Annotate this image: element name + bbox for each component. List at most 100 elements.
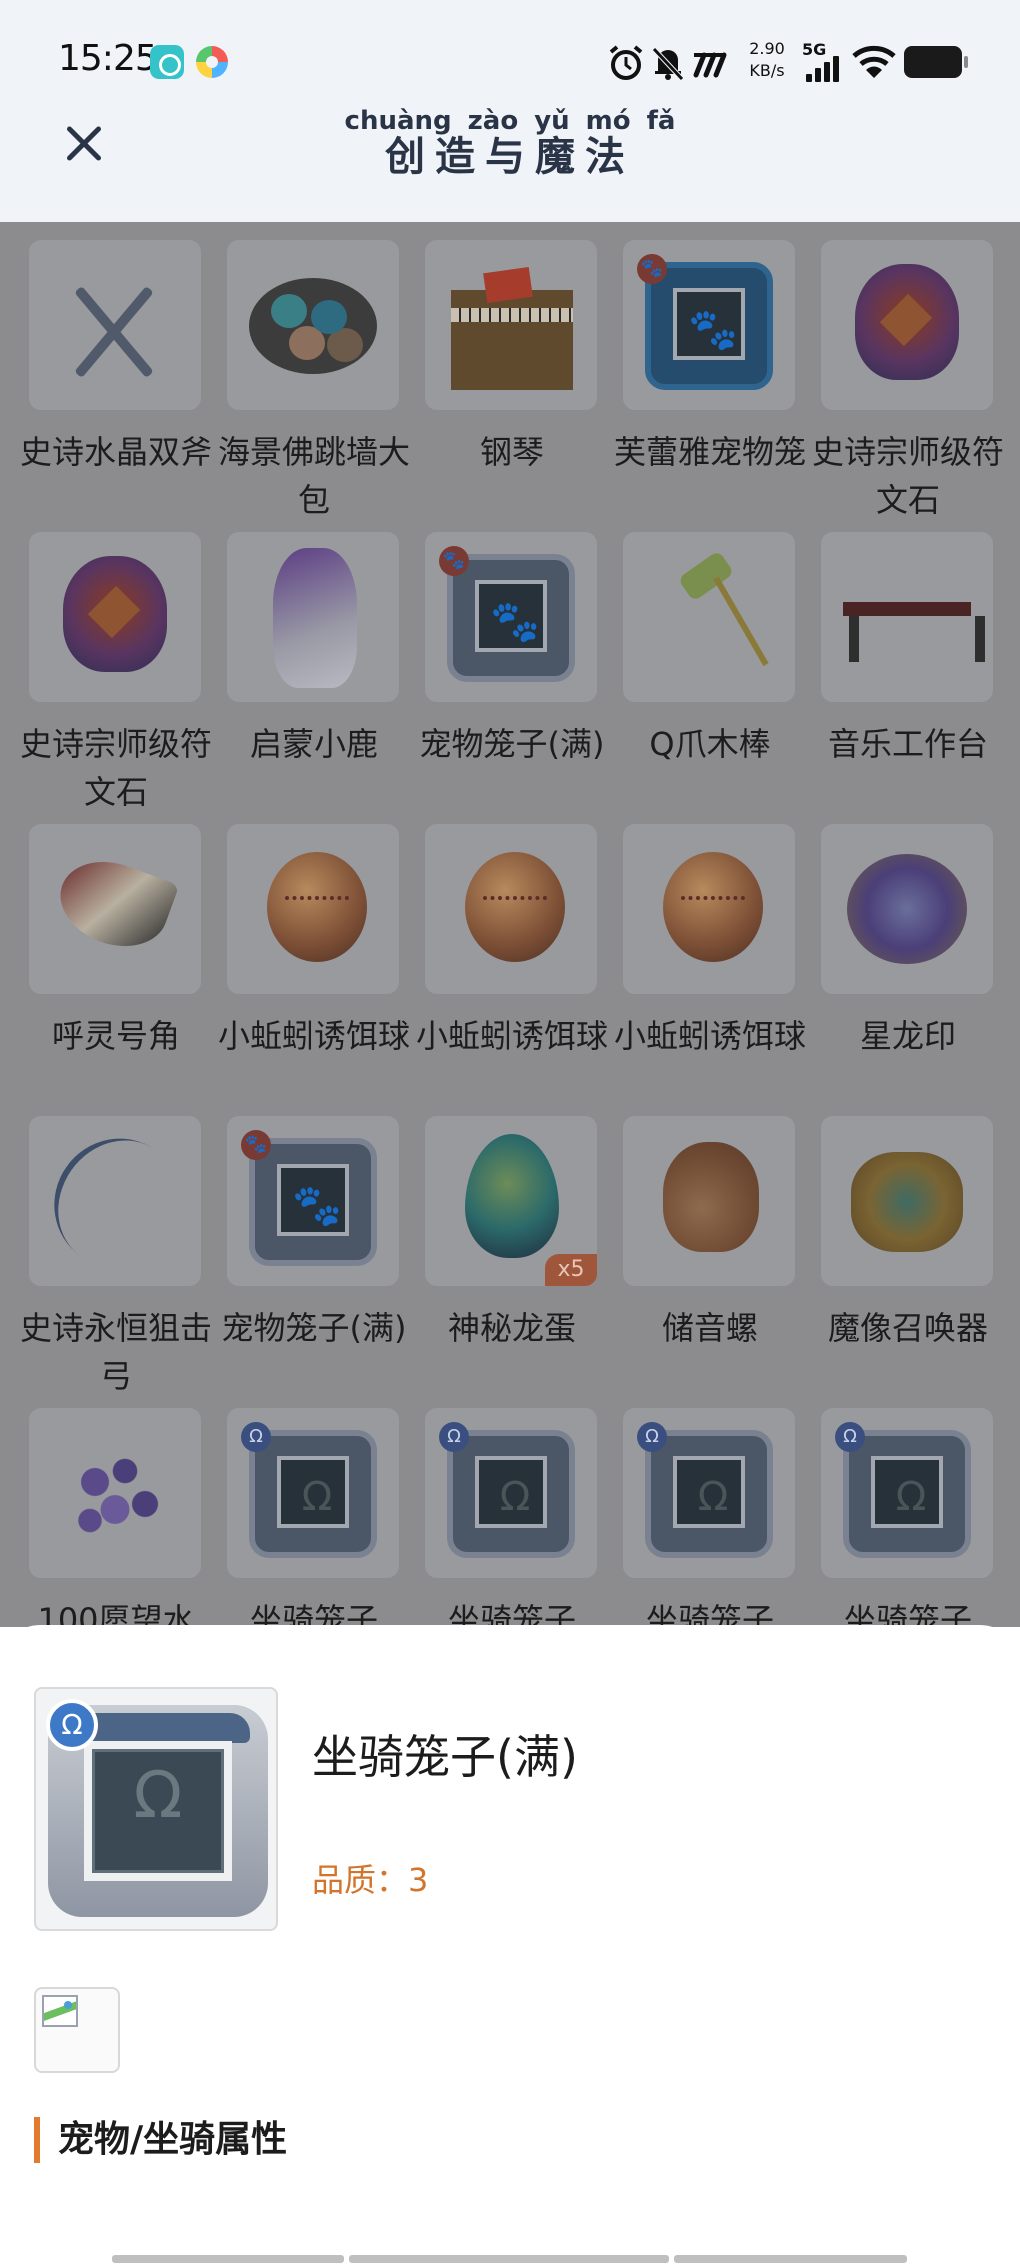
hammer-icon bbox=[673, 558, 753, 678]
grid-item[interactable]: 音乐工作台 bbox=[816, 532, 1006, 822]
item-thumbnail: ΩΩ bbox=[821, 1408, 993, 1578]
pet-cage-blue-icon: 🐾 🐾 bbox=[637, 254, 773, 390]
item-grid-overlay[interactable]: 史诗水晶双斧 海景佛跳墙大包 钢琴 🐾 🐾 芙蕾雅宠物笼 史诗宗师级符文石 史诗宗师级符文石启… bbox=[0, 222, 1020, 1627]
status-time: 15:25 bbox=[58, 38, 158, 79]
grid-item[interactable]: Ω Ω 坐骑笼子 bbox=[222, 1408, 412, 1627]
grid-item[interactable]: x5 神秘龙蛋 bbox=[420, 1116, 610, 1406]
item-label: 钢琴 bbox=[479, 433, 544, 471]
data-activity-icon bbox=[693, 52, 727, 78]
quality-value: 3 bbox=[408, 1861, 429, 1899]
item-label: 小蚯蚓诱饵球 bbox=[613, 1017, 806, 1055]
battery-icon bbox=[904, 46, 968, 78]
item-label: 神秘龙蛋 bbox=[447, 1309, 576, 1347]
grid-item[interactable]: 启蒙小鹿 bbox=[222, 532, 412, 822]
music-desk-icon bbox=[843, 582, 985, 662]
grid-item[interactable]: 海景佛跳墙大包 bbox=[218, 240, 412, 530]
item-label: 史诗永恒狙击弓 bbox=[19, 1309, 212, 1395]
item-label: 呼灵号角 bbox=[51, 1017, 180, 1055]
item-thumbnail bbox=[29, 1116, 201, 1286]
pet-cage-icon: 🐾 🐾 bbox=[439, 546, 575, 682]
item-label: 史诗水晶双斧 bbox=[19, 433, 212, 471]
item-label: 芙蕾雅宠物笼 bbox=[613, 433, 806, 471]
item-thumbnail: 🐾 🐾 bbox=[227, 1116, 399, 1286]
grid-item[interactable]: 魔像召唤器 bbox=[816, 1116, 1006, 1406]
grid-item[interactable]: Ω Ω 坐骑笼子 bbox=[420, 1408, 610, 1627]
grid-item[interactable]: 小蚯蚓诱饵球 bbox=[416, 824, 610, 1114]
item-thumbnail: ΩΩ bbox=[425, 1408, 597, 1578]
item-label: 坐骑笼子 bbox=[843, 1601, 972, 1627]
grid-item[interactable]: 🐾 🐾 芙蕾雅宠物笼 bbox=[614, 240, 808, 530]
grid-item[interactable]: 🐾 🐾 宠物笼子(满) bbox=[222, 1116, 412, 1406]
scroll-indicator bbox=[112, 2255, 907, 2263]
grid-item[interactable]: 小蚯蚓诱饵球 bbox=[218, 824, 412, 1114]
dragon-egg-icon bbox=[465, 1134, 559, 1258]
conch-icon bbox=[663, 1142, 759, 1252]
bait-orb-icon bbox=[663, 852, 763, 962]
net-speed: 2.90 KB/s bbox=[744, 38, 790, 82]
pinyin-5: fǎ bbox=[646, 106, 676, 136]
item-thumbnail bbox=[29, 240, 201, 410]
quantity-badge: x5 bbox=[545, 1254, 597, 1286]
item-label: 宠物笼子(满) bbox=[419, 725, 605, 763]
signal-icon bbox=[806, 56, 842, 82]
close-button[interactable] bbox=[58, 117, 110, 169]
mount-badge-icon: Ω bbox=[46, 1699, 98, 1751]
item-thumbnail bbox=[821, 824, 993, 994]
item-name: 坐骑笼子(满) bbox=[312, 1730, 578, 1784]
grid-item[interactable]: 呼灵号角 bbox=[24, 824, 214, 1114]
grid-item[interactable]: 史诗水晶双斧 bbox=[20, 240, 214, 530]
pinyin-3: yǔ bbox=[534, 106, 570, 136]
grid-item[interactable]: 星龙印 bbox=[816, 824, 1006, 1114]
pet-cage-icon: 🐾 🐾 bbox=[241, 1130, 377, 1266]
grid-item[interactable]: 100愿望水 bbox=[24, 1408, 214, 1627]
item-label: Q爪木棒 bbox=[649, 725, 771, 763]
item-label: 启蒙小鹿 bbox=[249, 725, 378, 763]
rune-stone-icon bbox=[63, 556, 167, 672]
grid-item[interactable]: Ω Ω 坐骑笼子 bbox=[816, 1408, 1006, 1627]
item-label: 星龙印 bbox=[859, 1017, 956, 1055]
item-thumbnail bbox=[623, 824, 795, 994]
item-label: 坐骑笼子 bbox=[249, 1601, 378, 1627]
golem-summoner-icon bbox=[851, 1152, 963, 1252]
bait-orb-icon bbox=[267, 852, 367, 962]
grid-item[interactable]: 🐾 🐾 宠物笼子(满) bbox=[420, 532, 610, 822]
grid-item[interactable]: 储音螺 bbox=[618, 1116, 808, 1406]
colorful-app-icon bbox=[196, 46, 228, 78]
grid-item[interactable]: 史诗宗师级符文石 bbox=[812, 240, 1006, 530]
wifi-icon bbox=[852, 45, 896, 78]
quality-label: 品质： bbox=[312, 1861, 409, 1899]
item-thumbnail: ΩΩ bbox=[623, 1408, 795, 1578]
net-speed-value: 2.90 bbox=[749, 39, 785, 58]
horn-icon bbox=[48, 847, 180, 961]
grid-item[interactable]: 史诗宗师级符文石 bbox=[20, 532, 214, 822]
page-title: chuàng zào yǔ mó fǎ 创造与魔法 bbox=[345, 106, 676, 180]
section-title: 宠物/坐骑属性 bbox=[34, 2117, 287, 2163]
grid-item[interactable]: 钢琴 bbox=[420, 240, 610, 530]
item-thumbnail bbox=[227, 240, 399, 410]
mount-cage-icon: ΩΩ bbox=[835, 1422, 971, 1558]
bait-orb-icon bbox=[465, 852, 565, 962]
item-thumbnail: x5 bbox=[425, 1116, 597, 1286]
item-thumbnail bbox=[623, 532, 795, 702]
item-label: 小蚯蚓诱饵球 bbox=[217, 1017, 410, 1055]
grid-item[interactable]: Q爪木棒 bbox=[618, 532, 808, 822]
item-thumbnail bbox=[623, 1116, 795, 1286]
mount-cage-icon: ΩΩ bbox=[637, 1422, 773, 1558]
item-thumbnail bbox=[425, 824, 597, 994]
item-label: 音乐工作台 bbox=[827, 725, 988, 763]
grid-item[interactable]: Ω Ω 坐骑笼子 bbox=[618, 1408, 808, 1627]
wish-water-icon bbox=[65, 1438, 165, 1548]
grid-item[interactable]: 小蚯蚓诱饵球 bbox=[614, 824, 808, 1114]
piano-icon bbox=[451, 290, 573, 390]
dragon-seal-icon bbox=[847, 854, 967, 964]
grid-item[interactable]: 史诗永恒狙击弓 bbox=[20, 1116, 214, 1406]
item-quality: 品质：3 bbox=[312, 1855, 428, 1901]
item-thumbnail bbox=[227, 532, 399, 702]
net-speed-unit: KB/s bbox=[749, 61, 785, 80]
pinyin-4: mó bbox=[585, 106, 631, 136]
item-label: 宠物笼子(满) bbox=[221, 1309, 407, 1347]
mount-cage-icon: ΩΩ bbox=[241, 1422, 377, 1558]
item-thumbnail: 🐾 🐾 bbox=[425, 532, 597, 702]
item-thumbnail bbox=[29, 1408, 201, 1578]
deer-icon bbox=[273, 548, 357, 688]
